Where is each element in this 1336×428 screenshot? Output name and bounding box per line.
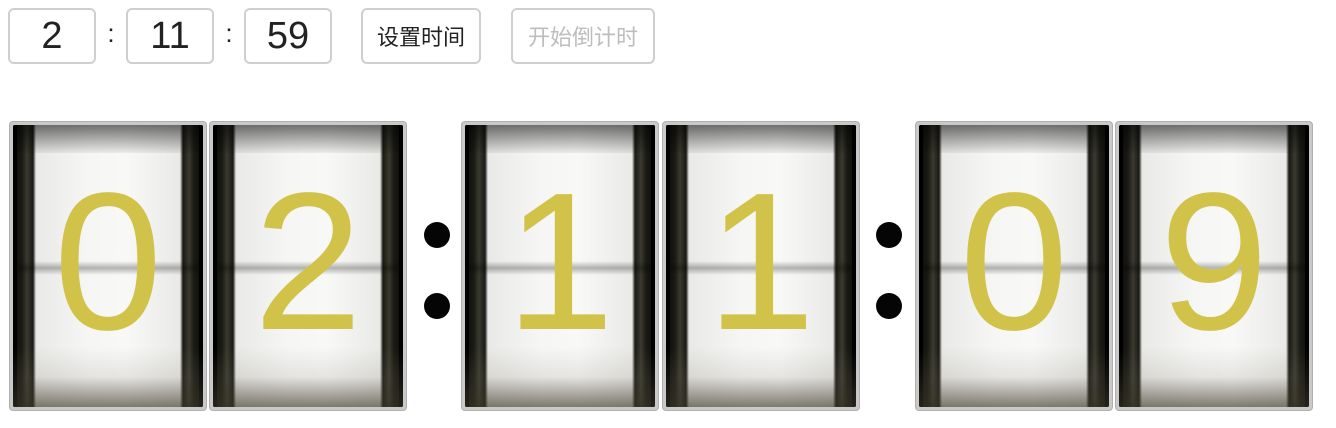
hours-tens-card: 0 — [10, 122, 206, 410]
seconds-ones-digit: 9 — [1159, 152, 1269, 371]
hours-input[interactable] — [8, 8, 96, 64]
set-time-button[interactable]: 设置时间 — [361, 8, 481, 64]
minutes-tens-card: 1 — [462, 122, 658, 410]
minutes-tens-digit: 1 — [505, 152, 615, 371]
seconds-tens-digit: 0 — [959, 152, 1069, 371]
seconds-ones-card: 9 — [1116, 122, 1312, 410]
colon-dot-bottom — [876, 293, 902, 319]
colon-separator-1 — [416, 122, 456, 410]
minutes-ones-card: 1 — [663, 122, 859, 410]
hours-ones-card: 2 — [210, 122, 406, 410]
seconds-input[interactable] — [244, 8, 332, 64]
timer-controls: : : 设置时间 开始倒计时 — [8, 8, 655, 64]
minutes-seconds-separator: : — [225, 18, 233, 48]
minutes-input[interactable] — [126, 8, 214, 64]
countdown-page: : : 设置时间 开始倒计时 0 2 1 1 — [0, 0, 1336, 428]
colon-separator-2 — [868, 122, 908, 410]
hours-tens-digit: 0 — [53, 152, 163, 371]
seconds-tens-card: 0 — [916, 122, 1112, 410]
start-countdown-button[interactable]: 开始倒计时 — [511, 8, 655, 64]
hours-ones-digit: 2 — [253, 152, 363, 371]
minutes-ones-digit: 1 — [706, 152, 816, 371]
hours-minutes-separator: : — [107, 18, 115, 48]
colon-dot-bottom — [424, 293, 450, 319]
colon-dot-top — [876, 222, 902, 248]
colon-dot-top — [424, 222, 450, 248]
